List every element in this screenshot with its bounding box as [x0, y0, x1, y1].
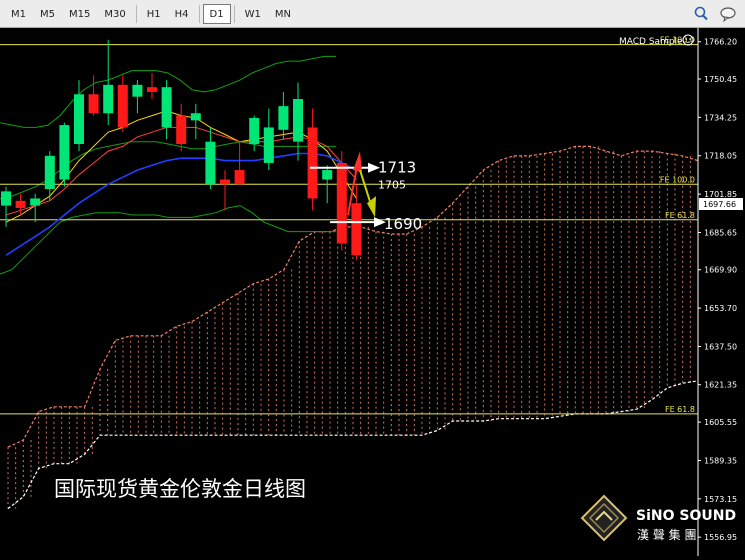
candle-body [161, 87, 172, 128]
chart-area[interactable]: FE 100.0 FE 100.0 FE 61.8 FE 61.8 1713 1690 1… [0, 28, 745, 556]
candle-body [44, 155, 55, 190]
candle-body [336, 162, 347, 244]
candle [234, 141, 245, 185]
candle-body [1, 191, 11, 206]
chart-caption: 国际现货黄金伦敦金日线图 [54, 477, 306, 501]
axis-tick-label: 1637.50 [704, 342, 737, 351]
candle-body [190, 113, 201, 121]
price-axis: 1766.20 1750.45 1734.25 1718.05 1701.85 1685.… [697, 28, 743, 556]
candle-body [117, 84, 128, 128]
fib-label: FE 100.0 [660, 175, 695, 184]
candle-body [249, 117, 260, 145]
timeframe-w1[interactable]: W1 [238, 4, 268, 24]
candle [176, 103, 187, 152]
candle [205, 127, 216, 190]
candle-body [132, 84, 143, 97]
timeframe-h1[interactable]: H1 [140, 4, 168, 24]
toolbar-separator [135, 5, 137, 23]
candle-body [59, 125, 70, 180]
logo-subtitle: 漢 聲 集 團 [637, 527, 696, 542]
candle-body [263, 127, 274, 163]
label-1713: 1713 [378, 159, 416, 177]
timeframe-m1[interactable]: M1 [4, 4, 33, 24]
candle [336, 151, 347, 251]
candle [132, 80, 143, 114]
red-arrow-head [353, 151, 362, 173]
candle [103, 39, 114, 126]
candle [147, 72, 157, 100]
timeframe-mn[interactable]: MN [268, 4, 298, 24]
toolbar-separator [198, 5, 200, 23]
candle [88, 75, 99, 116]
axis-tick-label: 1734.25 [704, 113, 737, 122]
axis-tick-label: 1685.65 [704, 228, 737, 237]
axis-tick-label: 1701.85 [704, 190, 737, 199]
ichimoku-cloud [7, 145, 699, 510]
candle-body [88, 94, 99, 114]
candle [117, 75, 128, 133]
candle-body [220, 179, 230, 185]
axis-tick-label: 1766.20 [704, 38, 737, 47]
candle-body [293, 99, 303, 142]
toolbar-separator [233, 5, 235, 23]
timeframe-group: M1 M5 M15 M30 H1 H4 D1 W1 MN [4, 4, 298, 24]
candle [249, 115, 260, 152]
candle [190, 103, 201, 140]
candle-body [15, 200, 26, 208]
candle-body [351, 203, 362, 256]
axis-tick-label: 1589.35 [704, 456, 737, 465]
diamond-logo-icon [580, 494, 628, 542]
chat-bubble-icon[interactable] [719, 5, 737, 23]
axis-tick-label: 1621.35 [704, 381, 737, 390]
axis-tick-label: 1573.15 [704, 495, 737, 504]
candle-body [147, 87, 157, 92]
candle-body [205, 141, 216, 185]
candle-body [322, 170, 333, 180]
timeframe-d1[interactable]: D1 [202, 4, 231, 24]
band-lower [0, 205, 336, 275]
axis-tick-label: 1750.45 [704, 75, 737, 84]
timeframe-m5[interactable]: M5 [33, 4, 62, 24]
candle [278, 91, 289, 140]
candle [59, 122, 70, 187]
candle [161, 80, 172, 140]
timeframe-m15[interactable]: M15 [62, 4, 97, 24]
candle-body [278, 106, 289, 130]
candle [44, 151, 55, 201]
indicator-label: MACD Sample [619, 37, 683, 47]
candle [263, 108, 274, 171]
search-icon[interactable] [692, 5, 710, 23]
axis-tick-label: 1718.05 [704, 152, 737, 161]
candle [307, 108, 318, 211]
fib-label: FE 61.8 [665, 405, 695, 414]
candle-body [176, 115, 187, 145]
axis-tick-label: 1653.70 [704, 304, 737, 313]
axis-tick-label: 1669.90 [704, 266, 737, 275]
candle-body [234, 170, 245, 185]
candle-body [307, 127, 318, 199]
label-1705: 1705 [378, 179, 406, 192]
ma-slow-line [5, 152, 357, 256]
timeframe-h4[interactable]: H4 [168, 4, 196, 24]
axis-tick-label: 1556.95 [704, 533, 737, 542]
candle [293, 82, 303, 161]
candle [220, 170, 230, 211]
label-1690: 1690 [384, 215, 422, 233]
timeframe-m30[interactable]: M30 [97, 4, 132, 24]
candle-body [103, 84, 114, 114]
candle-body [74, 94, 84, 145]
candle-body [30, 198, 41, 206]
current-price-label: 1697.66 [703, 200, 736, 209]
axis-tick-label: 1605.55 [704, 418, 737, 427]
logo-title: SiNO SOUND [636, 508, 736, 524]
price-chart[interactable]: FE 100.0FE 100.0FE 61.8FE 61.8 171316901… [0, 28, 745, 556]
fib-label: FE 61.8 [665, 211, 695, 220]
timeframe-toolbar: M1 M5 M15 M30 H1 H4 D1 W1 MN [0, 0, 745, 28]
